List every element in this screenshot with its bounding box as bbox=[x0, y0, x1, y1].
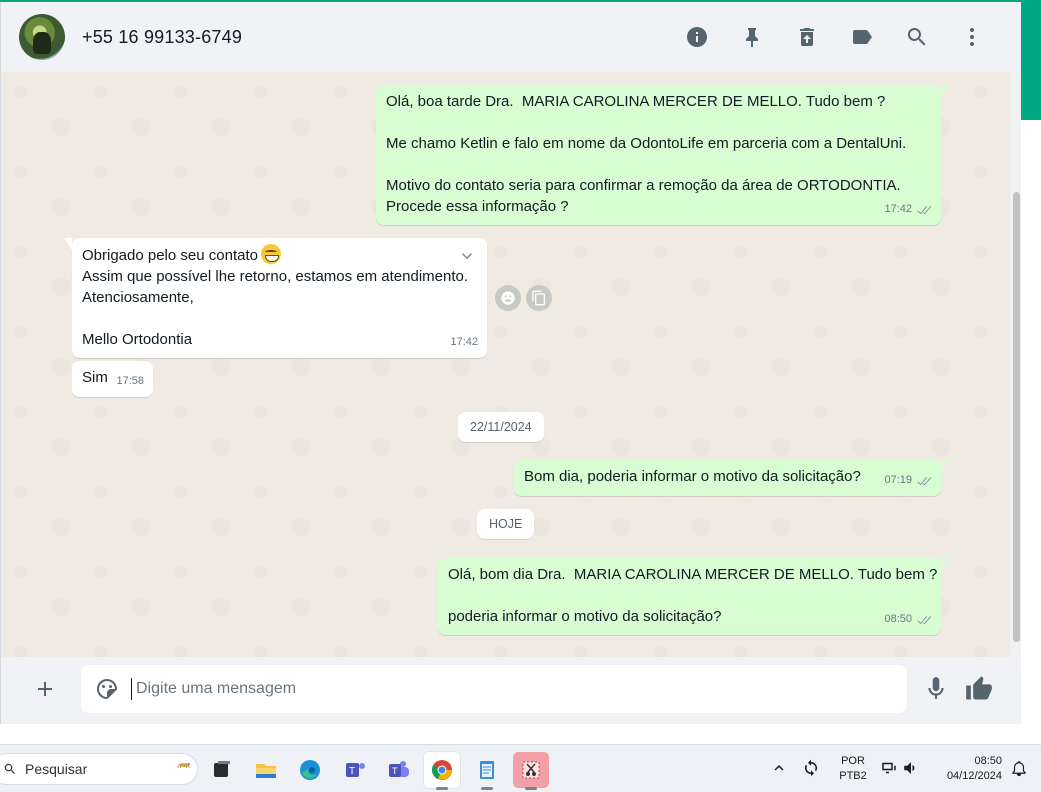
message-incoming[interactable]: Obrigado pelo seu contato Assim que poss… bbox=[64, 238, 487, 358]
svg-text:T: T bbox=[392, 766, 398, 776]
message-text-line: Olá, bom dia Dra. MARIA CAROLINA MERCER … bbox=[448, 566, 938, 583]
message-text-line: Motivo do contato seria para confirmar a… bbox=[386, 177, 901, 194]
message-time: 08:50 bbox=[884, 613, 912, 625]
message-text-line: Bom dia, poderia informar o motivo da so… bbox=[524, 468, 861, 485]
background-strip bbox=[1021, 120, 1041, 744]
message-input-box[interactable] bbox=[81, 665, 907, 713]
double-check-icon bbox=[916, 614, 932, 625]
message-meta: 07:19 bbox=[884, 470, 932, 491]
message-text-line: poderia informar o motivo da solicitação… bbox=[448, 608, 722, 625]
chevron-up-icon[interactable] bbox=[770, 759, 792, 780]
menu-icon[interactable] bbox=[944, 17, 999, 57]
attach-plus-icon[interactable] bbox=[31, 675, 59, 703]
message-text-line bbox=[448, 585, 931, 606]
grinning-emoji-icon bbox=[260, 244, 281, 264]
whatsapp-window: +55 16 99133-6749 Olá, boa tarde Dra. MA… bbox=[0, 0, 1041, 792]
message-text-line: Procede essa informação ? bbox=[386, 198, 569, 215]
input-language-indicator[interactable]: POR PTB2 bbox=[838, 754, 868, 784]
message-meta: 17:42 bbox=[450, 332, 478, 353]
running-indicator bbox=[481, 787, 493, 790]
keyboard-layout: PTB2 bbox=[839, 770, 867, 782]
delete-icon[interactable] bbox=[779, 17, 834, 57]
teams-work-icon[interactable]: T bbox=[381, 752, 417, 788]
taskbar-search-label: Pesquisar bbox=[25, 761, 88, 777]
copy-icon[interactable] bbox=[526, 285, 552, 311]
message-text-line: Olá, boa tarde Dra. MARIA CAROLINA MERCE… bbox=[386, 93, 886, 110]
search-highlight-cheetah-icon bbox=[177, 762, 191, 769]
message-time: 17:42 bbox=[884, 203, 912, 215]
windows-taskbar: Pesquisar T T POR PTB2 08:50 04/12/2024 bbox=[0, 744, 1041, 792]
desktop-background bbox=[0, 724, 1021, 744]
edge-browser-icon[interactable] bbox=[292, 752, 328, 788]
taskbar-search-box[interactable]: Pesquisar bbox=[0, 753, 198, 785]
message-meta: 08:50 bbox=[884, 609, 932, 630]
contact-avatar[interactable] bbox=[19, 14, 65, 60]
message-composer bbox=[0, 657, 1021, 724]
message-text-line: Atenciosamente, bbox=[82, 289, 194, 306]
message-input[interactable] bbox=[136, 665, 876, 713]
language-code: POR bbox=[841, 755, 865, 767]
thumbs-up-icon[interactable] bbox=[965, 675, 995, 705]
running-indicator bbox=[436, 787, 448, 790]
teams-personal-icon[interactable]: T bbox=[337, 752, 373, 788]
message-text-line: Assim que possível lhe retorno, estamos … bbox=[82, 268, 469, 285]
svg-text:T: T bbox=[349, 766, 355, 777]
bubble-tail bbox=[941, 558, 949, 570]
contact-name[interactable]: +55 16 99133-6749 bbox=[82, 27, 242, 48]
microphone-icon[interactable] bbox=[923, 675, 951, 703]
text-caret bbox=[131, 678, 132, 700]
message-text-line: Mello Ortodontia bbox=[82, 331, 193, 348]
message-outgoing[interactable]: Olá, boa tarde Dra. MARIA CAROLINA MERCE… bbox=[376, 85, 949, 225]
date-separator: HOJE bbox=[477, 509, 535, 539]
task-view-icon[interactable] bbox=[204, 752, 240, 788]
clock-date: 04/12/2024 bbox=[946, 770, 1002, 782]
background-accent-strip bbox=[1021, 0, 1041, 120]
info-icon[interactable] bbox=[669, 17, 724, 57]
sticker-icon[interactable] bbox=[95, 677, 119, 701]
message-text-line bbox=[82, 308, 477, 329]
clock-time: 08:50 bbox=[974, 755, 1002, 767]
message-text-line: Me chamo Ketlin e falo em nome da Odonto… bbox=[386, 135, 907, 152]
scrollbar-thumb[interactable] bbox=[1013, 192, 1020, 642]
message-text: Obrigado pelo seu contato bbox=[82, 247, 258, 264]
date-separator: 22/11/2024 bbox=[458, 412, 544, 442]
label-icon[interactable] bbox=[834, 17, 889, 57]
header-actions bbox=[669, 2, 999, 72]
message-text-line bbox=[386, 154, 931, 175]
message-outgoing[interactable]: Olá, bom dia Dra. MARIA CAROLINA MERCER … bbox=[438, 558, 949, 635]
double-check-icon bbox=[916, 475, 932, 486]
message-time: 07:19 bbox=[884, 474, 912, 486]
message-outgoing[interactable]: Bom dia, poderia informar o motivo da so… bbox=[514, 460, 949, 496]
running-indicator bbox=[525, 787, 537, 790]
search-icon[interactable] bbox=[889, 17, 944, 57]
volume-icon[interactable] bbox=[902, 759, 922, 780]
sync-icon[interactable] bbox=[802, 759, 824, 780]
message-list[interactable]: Olá, boa tarde Dra. MARIA CAROLINA MERCE… bbox=[0, 72, 1021, 657]
chat-header: +55 16 99133-6749 bbox=[0, 2, 1021, 72]
double-check-icon bbox=[916, 204, 932, 215]
chrome-browser-icon[interactable] bbox=[424, 752, 460, 790]
react-emoji-button[interactable] bbox=[495, 285, 521, 311]
bubble-tail bbox=[64, 238, 72, 250]
pin-icon[interactable] bbox=[724, 17, 779, 57]
message-meta: 17:42 bbox=[884, 199, 932, 220]
bubble-tail bbox=[941, 460, 949, 472]
notification-bell-icon[interactable] bbox=[1010, 759, 1030, 780]
clock[interactable]: 08:50 04/12/2024 bbox=[940, 754, 1002, 784]
message-incoming[interactable]: Sim 17:58 bbox=[72, 361, 153, 397]
system-tray: POR PTB2 08:50 04/12/2024 bbox=[770, 745, 1030, 792]
message-meta: 17:58 bbox=[116, 371, 144, 392]
snipping-tool-icon[interactable] bbox=[513, 752, 549, 790]
file-explorer-icon[interactable] bbox=[248, 752, 284, 788]
bubble-tail bbox=[941, 85, 949, 97]
message-time: 17:42 bbox=[450, 336, 478, 348]
notepad-icon[interactable] bbox=[469, 752, 505, 790]
network-icon[interactable] bbox=[880, 759, 902, 780]
message-text-line bbox=[386, 112, 931, 133]
chevron-down-icon[interactable] bbox=[457, 246, 477, 266]
search-icon bbox=[4, 763, 15, 774]
message-time: 17:58 bbox=[116, 375, 144, 387]
message-text-line: Obrigado pelo seu contato bbox=[82, 244, 477, 266]
